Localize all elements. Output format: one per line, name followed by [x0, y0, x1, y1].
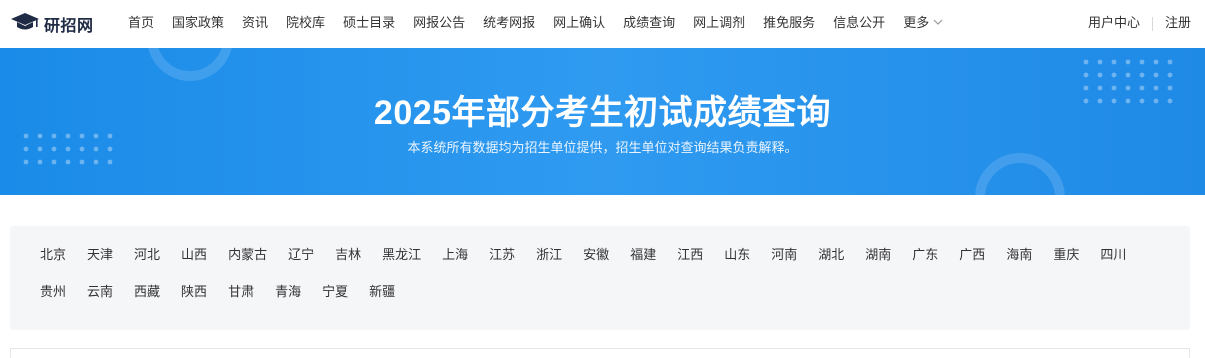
register-link[interactable]: 注册	[1165, 14, 1191, 34]
nav-item[interactable]: 硕士目录	[343, 14, 395, 34]
divider	[1151, 17, 1153, 31]
graduation-cap-icon	[10, 11, 40, 37]
province-link[interactable]: 湖北	[818, 247, 844, 265]
hero-banner: 2025年部分考生初试成绩查询 本系统所有数据均为招生单位提供，招生单位对查询结…	[0, 48, 1205, 195]
province-link[interactable]: 黑龙江	[382, 247, 421, 265]
page-title: 2025年部分考生初试成绩查询	[373, 94, 832, 132]
nav-item[interactable]: 国家政策	[172, 14, 224, 34]
province-link[interactable]: 四川	[1100, 247, 1126, 265]
province-link[interactable]: 湖南	[865, 247, 891, 265]
page-subtitle: 本系统所有数据均为招生单位提供，招生单位对查询结果负责解释。	[407, 141, 798, 156]
province-selector: 北京 天津 河北 山西 内蒙古 辽宁 吉林 黑龙江 上海 江苏 浙江 安徽 福建 江西 山东 河南 湖北 湖南 广东…	[10, 226, 1190, 330]
province-link[interactable]: 贵州	[40, 284, 66, 302]
nav-item[interactable]: 资讯	[242, 14, 268, 34]
province-link[interactable]: 吉林	[335, 247, 361, 265]
province-link[interactable]: 新疆	[369, 284, 395, 302]
nav-item[interactable]: 院校库	[286, 14, 325, 34]
province-link[interactable]: 河南	[771, 247, 797, 265]
nav-item[interactable]: 网报公告	[413, 14, 465, 34]
nav-more-menu[interactable]: 更多	[903, 14, 943, 34]
province-link[interactable]: 青海	[275, 284, 301, 302]
logo-text: 研招网	[44, 16, 94, 35]
province-link[interactable]: 上海	[442, 247, 468, 265]
province-link[interactable]: 宁夏	[322, 284, 348, 302]
site-logo[interactable]: 研招网	[10, 12, 94, 36]
province-link[interactable]: 山东	[724, 247, 750, 265]
main-nav: 首页 国家政策 资讯 院校库 硕士目录 网报公告 统考网报 网上确认 成绩查询 网上调剂 推免服务信…	[128, 14, 961, 34]
province-link[interactable]: 广东	[912, 247, 938, 265]
province-link[interactable]: 辽宁	[288, 247, 314, 265]
nav-item[interactable]: 网上调剂	[693, 14, 745, 34]
province-link[interactable]: 甘肃	[228, 284, 254, 302]
province-link[interactable]: 福建	[630, 247, 656, 265]
province-link[interactable]: 浙江	[536, 247, 562, 265]
province-link[interactable]: 西藏	[134, 284, 160, 302]
province-link[interactable]: 天津	[87, 247, 113, 265]
province-link[interactable]: 江苏	[489, 247, 515, 265]
province-link[interactable]: 海南	[1006, 247, 1032, 265]
province-link[interactable]: 河北	[134, 247, 160, 265]
nav-item[interactable]: 网上确认	[553, 14, 605, 34]
province-link[interactable]: 广西	[959, 247, 985, 265]
province-link[interactable]: 内蒙古	[228, 247, 267, 265]
province-row-1: 北京 天津 河北 山西 内蒙古 辽宁 吉林 黑龙江 上海 江苏 浙江 安徽 福建 江西 山东 河南 湖北 湖南 广东…	[40, 247, 1147, 265]
province-link[interactable]: 北京	[40, 247, 66, 265]
results-container	[10, 348, 1190, 358]
nav-item[interactable]: 信息公开	[833, 14, 885, 34]
nav-item[interactable]: 推免服务	[763, 14, 815, 34]
nav-item[interactable]: 成绩查询	[623, 14, 675, 34]
nav-more-label: 更多	[903, 16, 930, 31]
province-link[interactable]: 江西	[677, 247, 703, 265]
top-navigation: 研招网 首页 国家政策 资讯 院校库 硕士目录 网报公告 统考网报 网上确认 成绩查询 网上调剂推…	[0, 0, 1205, 48]
nav-item[interactable]: 首页	[128, 14, 154, 34]
user-links: 用户中心 注册	[1088, 14, 1191, 34]
province-link[interactable]: 重庆	[1053, 247, 1079, 265]
user-center-link[interactable]: 用户中心	[1088, 14, 1140, 34]
province-link[interactable]: 安徽	[583, 247, 609, 265]
province-row-2: 贵州 云南 西藏 陕西 甘肃 青海 宁夏 新疆	[40, 284, 416, 302]
chevron-down-icon	[929, 14, 943, 34]
province-link[interactable]: 山西	[181, 247, 207, 265]
province-link[interactable]: 陕西	[181, 284, 207, 302]
nav-item[interactable]: 统考网报	[483, 14, 535, 34]
province-link[interactable]: 云南	[87, 284, 113, 302]
